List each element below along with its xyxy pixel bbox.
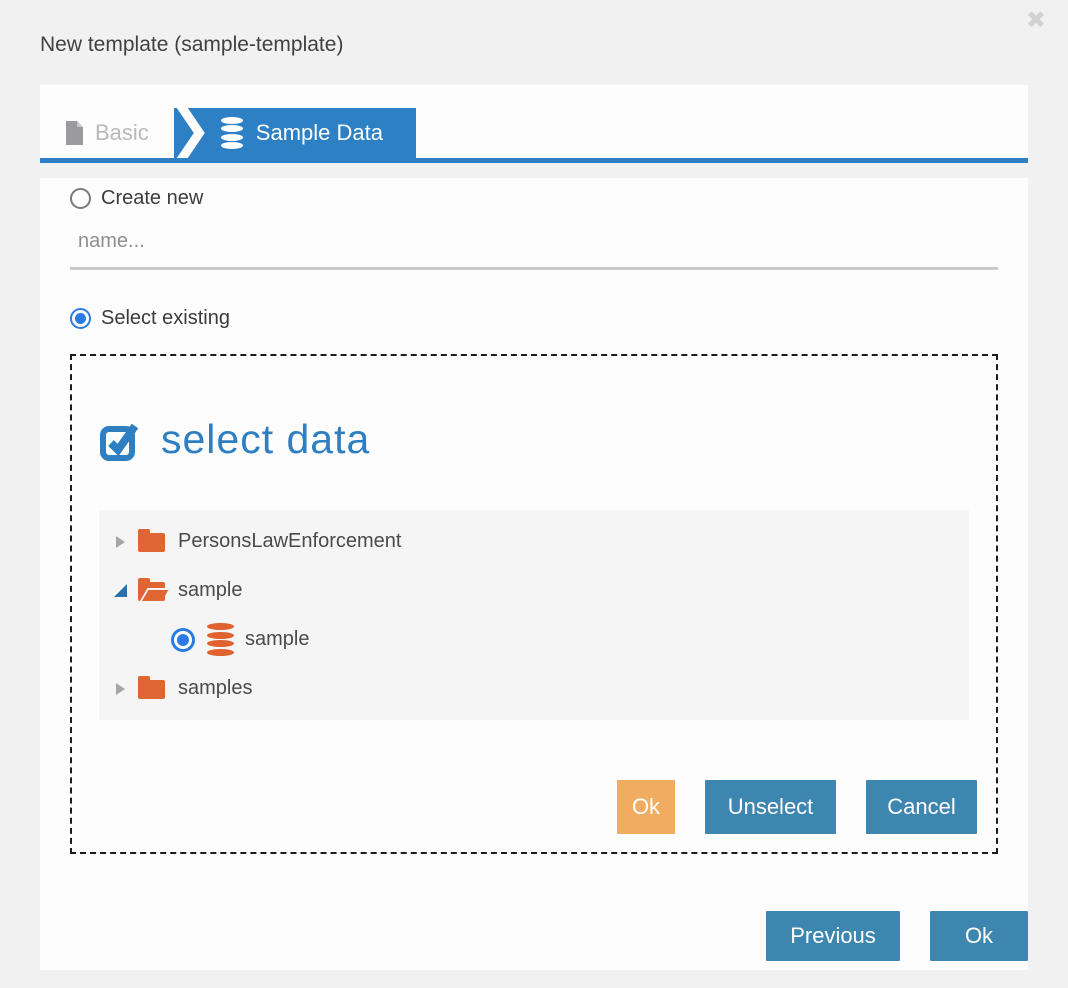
select-data-title: select data [161,416,370,463]
tree-label: samples [178,677,252,700]
tree-row-sample-folder[interactable]: sample [99,566,969,615]
data-tree: PersonsLawEnforcement sample sample samp… [99,510,969,720]
tree-item-radio-selected[interactable] [171,628,195,652]
selector-button-row: Ok Unselect Cancel [617,780,977,834]
caret-down-icon[interactable] [113,584,128,597]
folder-icon [138,533,165,552]
tree-row-personslawenforcement[interactable]: PersonsLawEnforcement [99,517,969,566]
data-selector-box: select data PersonsLawEnforcement sample… [70,354,998,854]
select-data-header: select data [99,416,969,463]
cancel-button[interactable]: Cancel [866,780,977,834]
tab-basic-label: Basic [95,120,149,146]
wizard-content-panel: Create new Select existing select data P… [40,178,1028,970]
tree-label: sample [178,579,242,602]
tab-basic[interactable]: Basic [40,108,162,158]
create-new-option[interactable]: Create new [70,187,998,210]
tab-sample-data-label: Sample Data [256,120,383,146]
create-new-radio[interactable] [70,188,91,209]
file-icon [65,121,84,145]
tab-arrow-chevron [174,108,208,158]
name-input[interactable] [70,224,998,270]
select-existing-option[interactable]: Select existing [70,307,998,330]
tabs-row: Basic Sample Data [40,108,416,158]
tree-label: PersonsLawEnforcement [178,530,401,553]
wizard-tab-bar: Basic Sample Data [40,85,1028,163]
previous-button[interactable]: Previous [766,911,900,961]
database-icon [221,117,243,149]
wizard-footer-buttons: Previous Ok [766,911,1028,961]
database-icon [207,623,234,656]
select-existing-radio[interactable] [70,308,91,329]
tree-row-samples[interactable]: samples [99,664,969,713]
close-icon[interactable]: ✖ [1026,9,1046,33]
folder-open-icon [138,582,165,601]
tab-sample-data[interactable]: Sample Data [174,108,416,158]
caret-right-icon[interactable] [113,683,128,695]
unselect-button[interactable]: Unselect [705,780,836,834]
create-new-label: Create new [101,187,203,210]
tree-row-sample-data[interactable]: sample [99,615,969,664]
select-existing-label: Select existing [101,307,230,330]
selector-ok-button[interactable]: Ok [617,780,675,834]
dialog-title: New template (sample-template) [40,33,343,57]
folder-icon [138,680,165,699]
caret-right-icon[interactable] [113,536,128,548]
tree-label: sample [245,628,309,651]
check-square-icon [99,418,143,462]
ok-button[interactable]: Ok [930,911,1028,961]
